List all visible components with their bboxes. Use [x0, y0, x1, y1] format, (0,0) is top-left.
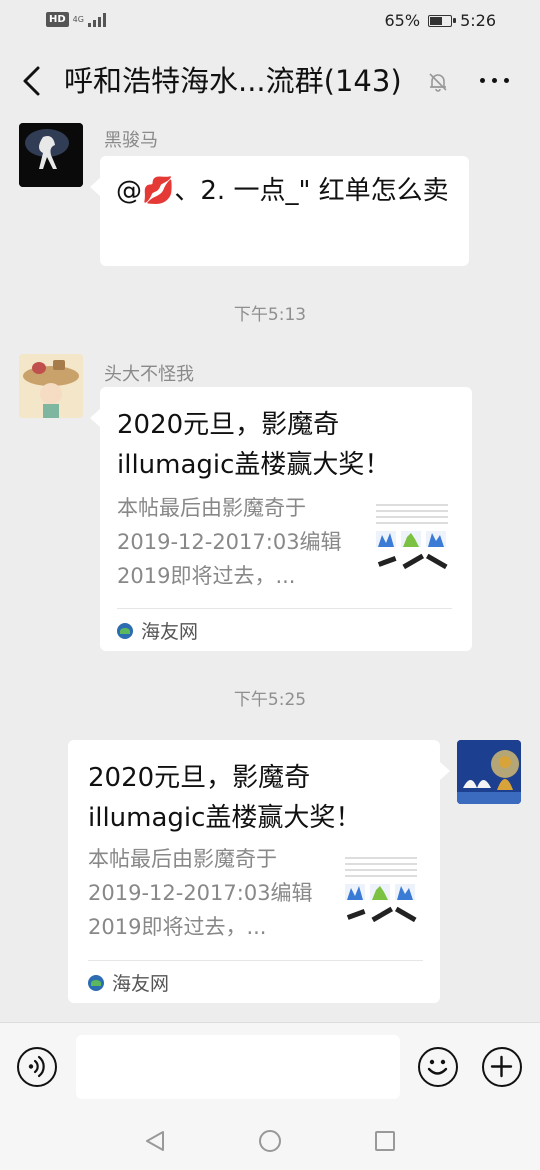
lips-emoji-icon: 💋	[142, 176, 175, 206]
status-left: HD 4G	[46, 12, 106, 27]
more-options-icon[interactable]	[480, 78, 509, 83]
nav-home-icon[interactable]	[258, 1129, 282, 1153]
hd-badge: HD	[46, 12, 69, 27]
battery-icon	[428, 14, 457, 27]
timestamp: 下午5:25	[233, 690, 307, 710]
source-logo-icon	[88, 974, 104, 991]
avatar-self[interactable]	[457, 740, 521, 804]
nav-back-icon[interactable]	[143, 1129, 167, 1153]
network-type: 4G	[72, 14, 84, 24]
message-text: @💋、2. 一点_" 红单怎么卖	[116, 171, 461, 211]
input-bar	[0, 1022, 540, 1113]
link-card-source-name: 海友网	[112, 973, 170, 995]
link-card[interactable]: 2020元旦，影魔奇illumagic盖楼赢大奖！ 本帖最后由影魔奇于2019-…	[90, 387, 472, 652]
link-card-description: 本帖最后由影魔奇于2019-12-2017:03编辑2019即将过去，...	[88, 847, 313, 939]
sender-name: 头大不怪我	[104, 364, 194, 385]
link-card-source-name: 海友网	[141, 621, 199, 643]
clock: 5:26	[460, 11, 496, 30]
avatar-heijunma[interactable]	[19, 123, 83, 187]
link-thumbnail	[341, 846, 421, 934]
sender-name: 黑骏马	[104, 130, 158, 151]
back-arrow-icon[interactable]	[18, 64, 48, 98]
source-logo-icon	[117, 622, 133, 639]
message-text-body: 、2. 一点_" 红单怎么卖	[174, 176, 449, 206]
signal-icon	[87, 12, 106, 27]
link-card-title: 2020元旦，影魔奇illumagic盖楼赢大奖！	[88, 763, 362, 833]
message-text-prefix: @	[116, 176, 142, 206]
status-bar: HD 4G 65% 5:26	[0, 0, 540, 42]
system-navigation-bar	[0, 1112, 540, 1170]
timestamp: 下午5:13	[233, 305, 307, 325]
chat-title: 呼和浩特海水...流群(143)	[64, 64, 402, 98]
mute-bell-icon	[429, 73, 447, 92]
plus-icon[interactable]	[482, 1047, 522, 1087]
voice-icon[interactable]	[17, 1047, 57, 1087]
nav-recents-icon[interactable]	[373, 1129, 397, 1153]
message-input[interactable]	[76, 1035, 400, 1099]
link-card-source: 海友网	[117, 608, 452, 652]
avatar-toudabuguaiwo[interactable]	[19, 354, 83, 418]
link-card-description: 本帖最后由影魔奇于2019-12-2017:03编辑2019即将过去，...	[117, 496, 342, 588]
status-right: 65% 5:26	[385, 11, 497, 30]
chat-header: 呼和浩特海水...流群(143)	[0, 42, 540, 120]
battery-percent: 65%	[384, 11, 421, 30]
link-card-source: 海友网	[88, 960, 423, 1004]
message-bubble-text[interactable]: @💋、2. 一点_" 红单怎么卖	[90, 156, 469, 266]
link-thumbnail	[372, 493, 452, 581]
link-card-title: 2020元旦，影魔奇illumagic盖楼赢大奖！	[117, 410, 391, 480]
link-card[interactable]: 2020元旦，影魔奇illumagic盖楼赢大奖！ 本帖最后由影魔奇于2019-…	[68, 740, 450, 1004]
emoji-icon[interactable]	[418, 1047, 458, 1087]
